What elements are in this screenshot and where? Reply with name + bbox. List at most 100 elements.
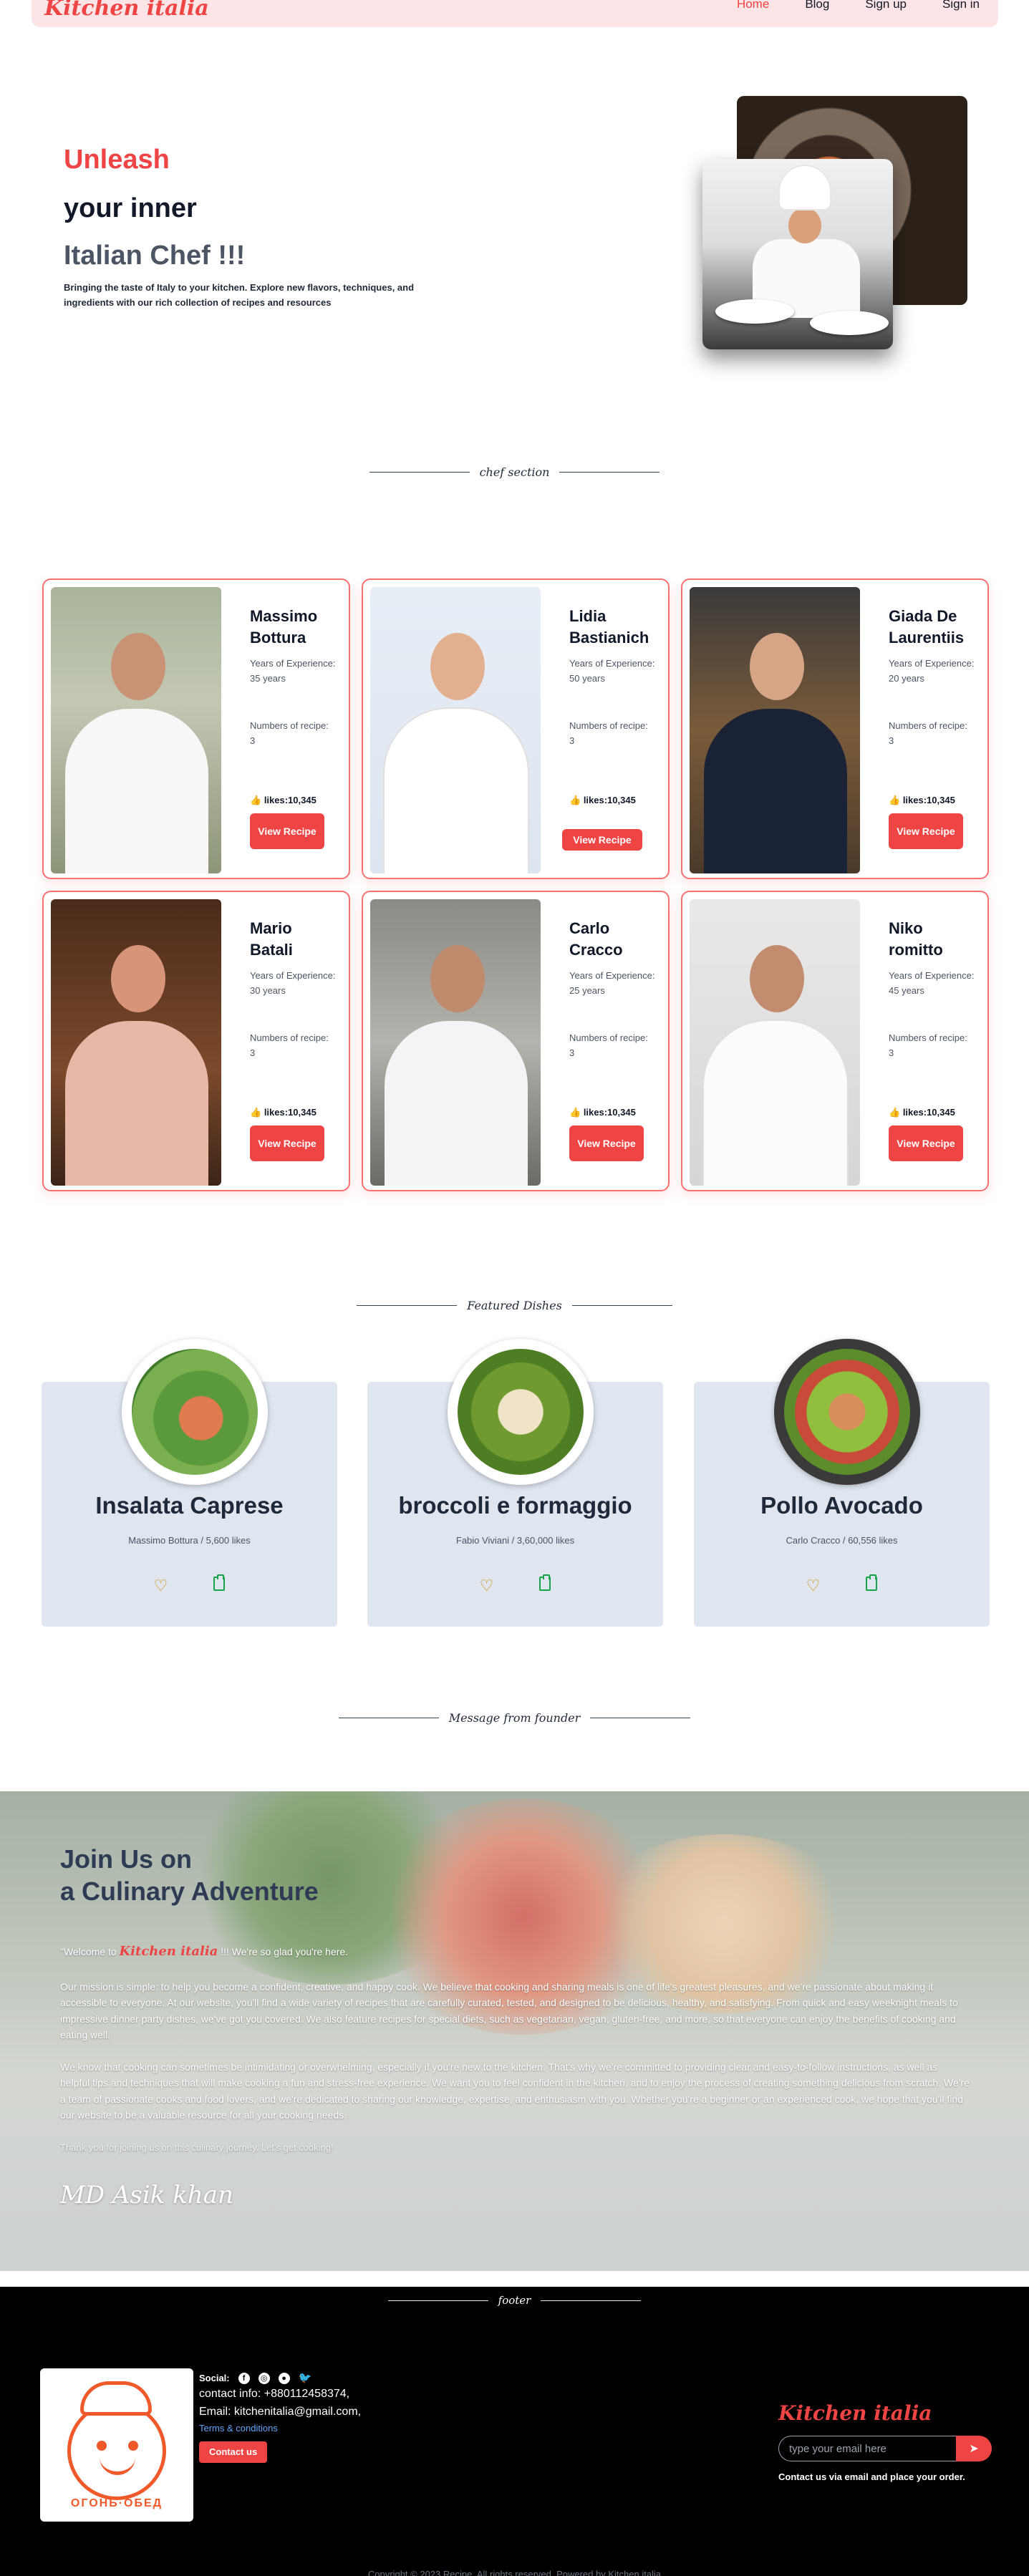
footer-label: footer <box>498 2294 531 2307</box>
dish-name: broccoli e formaggio <box>398 1492 632 1519</box>
view-recipe-button[interactable]: View Recipe <box>889 813 963 849</box>
subscribe-form: ➤ <box>778 2436 992 2461</box>
view-recipe-button[interactable]: View Recipe <box>889 1125 963 1161</box>
chef-likes: likes:10,345 <box>902 795 955 805</box>
hero-subtitle: Bringing the taste of Italy to your kitc… <box>64 282 415 308</box>
view-recipe-button[interactable]: View Recipe <box>250 1125 324 1161</box>
chef-section-label: chef section <box>479 465 550 479</box>
nav-blog-link[interactable]: Blog <box>805 0 829 11</box>
chef-card: Niko romitto Years of Experience: 45 yea… <box>681 891 989 1191</box>
featured-dishes-divider: Featured Dishes <box>0 1299 1029 1312</box>
nav-signup-link[interactable]: Sign up <box>865 0 907 11</box>
chef-name: Massimo Bottura <box>250 607 318 647</box>
logo-caption: ОГОНЬ·ОБЕД <box>70 2497 163 2509</box>
brand-logo[interactable]: Kitchen italia <box>44 0 209 21</box>
chef-photo <box>51 899 221 1186</box>
instagram-icon[interactable]: ◎ <box>258 2373 270 2385</box>
heart-icon[interactable]: ♡ <box>806 1577 821 1595</box>
footer-brand: Kitchen italia <box>778 2401 932 2425</box>
email-input[interactable] <box>778 2436 956 2461</box>
dish-meta: Massimo Bottura / 5,600 likes <box>128 1535 251 1546</box>
chef-photo <box>51 587 221 873</box>
dish-card: Insalata Caprese Massimo Bottura / 5,600… <box>42 1339 337 1627</box>
dish-image <box>774 1339 920 1485</box>
twitter-icon[interactable]: 🐦 <box>299 2373 312 2384</box>
footer-divider: footer <box>0 2294 1029 2307</box>
nav-links: Home Blog Sign up Sign in <box>737 0 980 11</box>
chef-likes: likes:10,345 <box>264 795 317 805</box>
welcome-suffix: !!! We're so glad you're here. <box>218 1946 349 1957</box>
facebook-icon[interactable]: f <box>238 2373 250 2385</box>
founder-divider: Message from founder <box>0 1711 1029 1725</box>
contact-email: Email: kitchenitalia@gmail.com, <box>199 2405 362 2418</box>
dish-meta: Carlo Cracco / 60,556 likes <box>786 1535 898 1546</box>
chef-photo <box>690 587 860 873</box>
hero-title-line2: your inner <box>64 193 197 223</box>
chef-likes: likes:10,345 <box>583 795 636 805</box>
chef-likes: likes:10,345 <box>264 1107 317 1118</box>
thumbs-up-icon: 👍 <box>889 1107 901 1118</box>
dish-meta: Fabio Viviani / 3,60,000 likes <box>455 1535 575 1546</box>
chef-recipes: Numbers of recipe: 3 <box>250 720 329 746</box>
founder-paragraph: Our mission is simple: to help you becom… <box>60 1981 958 2041</box>
view-recipe-button[interactable]: View Recipe <box>569 1125 644 1161</box>
send-button[interactable]: ➤ <box>956 2436 992 2461</box>
clipboard-icon[interactable] <box>213 1574 226 1591</box>
founder-paragraph: We know that cooking can sometimes be in… <box>60 2061 970 2121</box>
chef-recipes: Numbers of recipe: 3 <box>569 720 648 746</box>
dish-name: Pollo Avocado <box>760 1492 923 1519</box>
chef-recipes: Numbers of recipe: 3 <box>889 720 967 746</box>
footer-info: Social: f ◎ ● 🐦 contact info: +880112458… <box>199 2371 362 2464</box>
contact-phone: contact info: +880112458374, <box>199 2388 350 2401</box>
chef-recipes: Numbers of recipe: 3 <box>250 1032 329 1058</box>
chef-name: Niko romitto <box>889 919 943 959</box>
github-icon[interactable]: ● <box>278 2373 290 2385</box>
founder-section: Join Us on a Culinary Adventure "Welcome… <box>0 1791 1029 2271</box>
heart-icon[interactable]: ♡ <box>154 1577 168 1595</box>
chef-experience: Years of Experience: 20 years <box>889 658 975 684</box>
chef-card: Carlo Cracco Years of Experience: 25 yea… <box>362 891 670 1191</box>
welcome-brand: Kitchen italia <box>119 1944 218 1959</box>
view-recipe-button[interactable]: View Recipe <box>250 813 324 849</box>
chef-experience: Years of Experience: 50 years <box>569 658 655 684</box>
hero-title-line1: Unleash <box>64 145 170 175</box>
chef-experience: Years of Experience: 35 years <box>250 658 336 684</box>
footer-logo: ОГОНЬ·ОБЕД <box>40 2368 193 2522</box>
thumbs-up-icon: 👍 <box>250 795 262 805</box>
chef-name: Lidia Bastianich <box>569 607 649 647</box>
founder-signature: MD Asik khan <box>60 2181 233 2209</box>
chef-name: Mario Batali <box>250 919 293 959</box>
subscribe-note: Contact us via email and place your orde… <box>778 2471 965 2482</box>
dish-name: Insalata Caprese <box>95 1492 284 1519</box>
hero-chef-image <box>702 159 893 349</box>
dish-image <box>448 1339 594 1485</box>
thumbs-up-icon: 👍 <box>569 1107 581 1118</box>
chef-recipes: Numbers of recipe: 3 <box>569 1032 648 1058</box>
chef-card: Lidia Bastianich Years of Experience: 50… <box>362 578 670 879</box>
clipboard-icon[interactable] <box>866 1574 878 1591</box>
chef-experience: Years of Experience: 25 years <box>569 970 655 997</box>
hero-title-line3: Italian Chef !!! <box>64 241 246 271</box>
social-row: Social: f ◎ ● 🐦 <box>199 2371 361 2386</box>
chef-name: Carlo Cracco <box>569 919 623 959</box>
chef-experience: Years of Experience: 45 years <box>889 970 975 997</box>
view-recipe-button[interactable]: View Recipe <box>562 829 642 851</box>
terms-link[interactable]: Terms & conditions <box>199 2421 361 2436</box>
send-icon: ➤ <box>969 2443 979 2455</box>
founder-thanks: Thank you for joining us on this culinar… <box>60 2142 334 2153</box>
contact-us-button[interactable]: Contact us <box>199 2441 268 2464</box>
featured-dishes-label: Featured Dishes <box>467 1299 562 1312</box>
thumbs-up-icon: 👍 <box>569 795 581 805</box>
dish-card: Pollo Avocado Carlo Cracco / 60,556 like… <box>694 1339 990 1627</box>
founder-title-line2: a Culinary Adventure <box>60 1877 319 1906</box>
chef-name: Giada De Laurentiis <box>889 607 965 647</box>
welcome-prefix: "Welcome to <box>60 1946 120 1957</box>
nav-home-link[interactable]: Home <box>737 0 769 11</box>
navbar: Kitchen italia Home Blog Sign up Sign in <box>32 0 998 27</box>
heart-icon[interactable]: ♡ <box>480 1577 494 1595</box>
chef-photo <box>370 587 541 873</box>
nav-signin-link[interactable]: Sign in <box>942 0 980 11</box>
clipboard-icon[interactable] <box>539 1574 551 1591</box>
thumbs-up-icon: 👍 <box>250 1107 262 1118</box>
chef-likes: likes:10,345 <box>583 1107 636 1118</box>
